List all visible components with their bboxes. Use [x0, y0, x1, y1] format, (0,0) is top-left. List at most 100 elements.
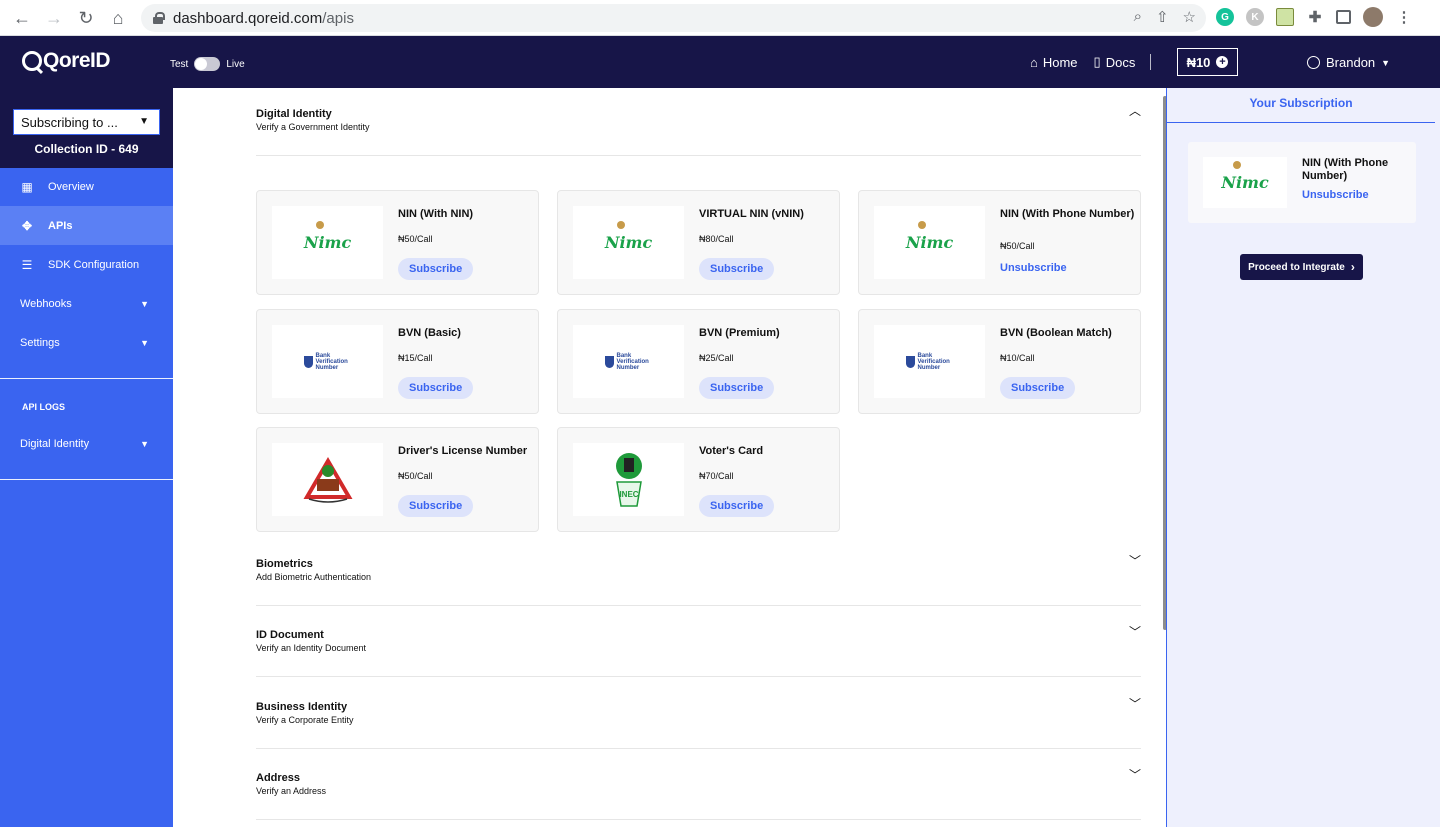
chevron-down-icon[interactable]: ﹀: [1129, 766, 1141, 783]
qoreid-logo[interactable]: QoreID: [22, 49, 110, 73]
product-name: BVN (Premium): [699, 327, 780, 339]
home-label: Home: [1042, 54, 1078, 70]
chevron-down-icon[interactable]: ﹀: [1129, 695, 1141, 712]
subscribe-button[interactable]: Subscribe: [699, 495, 775, 517]
wallet-balance-button[interactable]: ₦10 +: [1177, 48, 1238, 76]
subscribe-button[interactable]: Subscribe: [398, 377, 474, 399]
product-name: NIN (With Phone Number): [1000, 208, 1135, 220]
sidebar-item-settings[interactable]: Settings ▼: [0, 323, 173, 362]
category-divider: [256, 748, 1141, 749]
category-id-document[interactable]: ID Document Verify an Identity Document …: [256, 625, 1141, 653]
category-business-identity[interactable]: Business Identity Verify a Corporate Ent…: [256, 697, 1141, 725]
sidebar-item-label: Webhooks: [20, 297, 72, 310]
bvn-logo: Bank Verification Number: [573, 325, 684, 398]
chevron-down-icon: ▼: [139, 116, 149, 127]
product-card: INEC Voter's Card ₦70/Call Subscribe: [557, 427, 840, 532]
collection-header: Subscribing to ... ▼ Collection ID - 649: [0, 88, 173, 168]
chevron-down-icon: ▼: [140, 298, 149, 309]
puzzle-icon[interactable]: ✚: [1306, 8, 1324, 26]
category-title: ID Document: [256, 629, 324, 641]
sidebar-item-webhooks[interactable]: Webhooks ▼: [0, 284, 173, 323]
bvn-logo: Bank Verification Number: [874, 325, 985, 398]
back-icon[interactable]: ←: [6, 2, 38, 34]
kebab-menu-icon[interactable]: ⋮: [1395, 8, 1413, 26]
home-icon[interactable]: ⌂: [102, 2, 134, 34]
subscribing-select[interactable]: Subscribing to ... ▼: [13, 109, 160, 135]
product-price: ₦70/Call: [699, 471, 734, 481]
plus-circle-icon: +: [1216, 56, 1229, 68]
sidebar-item-label: Settings: [20, 336, 60, 349]
home-link[interactable]: ⌂ Home: [1030, 55, 1078, 70]
collection-id: Collection ID - 649: [34, 142, 139, 156]
forward-icon[interactable]: →: [38, 2, 70, 34]
subscribing-select-value: Subscribing to ...: [21, 114, 118, 130]
chevron-right-icon: ›: [1350, 260, 1355, 274]
docs-link[interactable]: ▯ Docs: [1094, 54, 1136, 70]
chevron-down-icon[interactable]: ﹀: [1129, 552, 1141, 569]
share-icon[interactable]: ⇧: [1156, 8, 1169, 26]
house-icon: ⌂: [1030, 54, 1038, 70]
address-bar[interactable]: dashboard.qoreid.com/apis ⌕ ⇧ ☆: [141, 4, 1206, 32]
unsubscribe-button[interactable]: Unsubscribe: [1302, 189, 1369, 201]
url-host: dashboard.qoreid.com: [173, 9, 323, 27]
category-digital-identity[interactable]: Digital Identity Verify a Government Ide…: [256, 104, 1141, 132]
product-name: VIRTUAL NIN (vNIN): [699, 208, 804, 220]
product-price: ₦50/Call: [1000, 241, 1035, 251]
sidebar-item-apis[interactable]: ✥ APIs: [0, 206, 173, 245]
sidebar-item-sdk-configuration[interactable]: ☰ SDK Configuration: [0, 245, 173, 284]
inec-logo: INEC: [573, 443, 684, 516]
subscription-panel: Your Subscription Nimc NIN (With Phone N…: [1166, 88, 1440, 827]
product-card: Bank Verification Number BVN (Basic) ₦15…: [256, 309, 539, 414]
product-price: ₦80/Call: [699, 234, 734, 244]
subscription-item-name: NIN (With Phone Number): [1302, 157, 1389, 182]
notes-extension-icon[interactable]: [1276, 8, 1294, 26]
sidebar-item-label: APIs: [48, 219, 73, 232]
profile-avatar[interactable]: [1363, 7, 1383, 27]
grammarly-extension-icon[interactable]: G: [1216, 8, 1234, 26]
subscription-item: Nimc NIN (With Phone Number) Unsubscribe: [1188, 142, 1416, 223]
product-price: ₦15/Call: [398, 353, 433, 363]
reload-icon[interactable]: ↻: [70, 2, 102, 34]
sidebar-item-label: SDK Configuration: [48, 258, 140, 271]
test-live-toggle[interactable]: [194, 57, 221, 71]
app-header: QoreID Test Live ⌂ Home ▯ Docs ₦10 + Brand…: [0, 36, 1440, 88]
category-address[interactable]: Address Verify an Address ﹀: [256, 768, 1141, 796]
svg-text:INEC: INEC: [619, 490, 638, 499]
user-menu[interactable]: Brandon ▼: [1307, 55, 1390, 70]
product-card: Driver's License Number ₦50/Call Subscri…: [256, 427, 539, 532]
unsubscribe-button[interactable]: Unsubscribe: [1000, 262, 1067, 274]
sidebar-icon[interactable]: [1336, 10, 1351, 24]
wallet-balance: ₦10: [1186, 54, 1211, 70]
category-title: Address: [256, 772, 301, 784]
header-separator: [1150, 54, 1151, 70]
document-icon: ▯: [1093, 54, 1101, 69]
chevron-up-icon[interactable]: ︿: [1129, 102, 1141, 119]
category-divider: [256, 676, 1141, 677]
proceed-to-integrate-button[interactable]: Proceed to Integrate ›: [1240, 254, 1363, 280]
sidebar: Subscribing to ... ▼ Collection ID - 649…: [0, 88, 173, 827]
subscribe-button[interactable]: Subscribe: [699, 258, 775, 280]
proceed-label: Proceed to Integrate: [1248, 261, 1345, 273]
star-icon[interactable]: ☆: [1183, 8, 1196, 26]
docs-label: Docs: [1105, 54, 1136, 70]
category-title: Business Identity: [256, 701, 348, 713]
chevron-down-icon[interactable]: ﹀: [1129, 623, 1141, 640]
category-title: Digital Identity: [256, 108, 332, 120]
frsc-logo: [272, 443, 383, 516]
api-catalog: Digital Identity Verify a Government Ide…: [173, 88, 1166, 827]
nimc-logo: Nimc: [1203, 157, 1287, 208]
subscribe-button[interactable]: Subscribe: [1000, 377, 1076, 399]
product-name: Driver's License Number: [398, 445, 528, 457]
sidebar-item-overview[interactable]: ▦ Overview: [0, 167, 173, 206]
grid-icon: ▦: [21, 179, 33, 194]
subscription-title: Your Subscription: [1249, 96, 1353, 110]
zoom-icon[interactable]: ⌕: [1134, 8, 1142, 26]
category-subtitle: Verify an Address: [256, 786, 327, 796]
sidebar-item-logs-digital-identity[interactable]: Digital Identity ▼: [0, 424, 173, 463]
k-extension-icon[interactable]: K: [1246, 8, 1264, 26]
subscribe-button[interactable]: Subscribe: [398, 495, 474, 517]
subscribe-button[interactable]: Subscribe: [699, 377, 775, 399]
product-price: ₦10/Call: [1000, 353, 1035, 363]
subscribe-button[interactable]: Subscribe: [398, 258, 474, 280]
category-biometrics[interactable]: Biometrics Add Biometric Authentication …: [256, 554, 1141, 582]
